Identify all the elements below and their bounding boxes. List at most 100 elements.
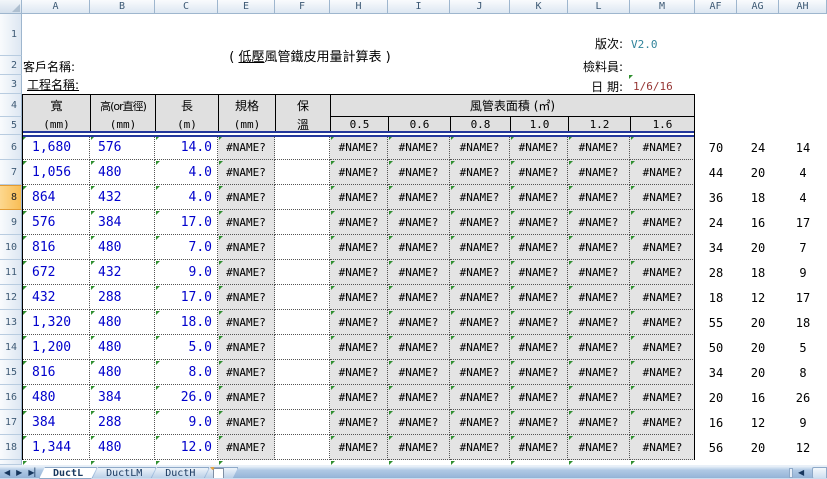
cell-length[interactable]: 9.0 <box>155 260 218 285</box>
cell-surface-0.8[interactable]: #NAME? <box>450 260 510 285</box>
cell-ag[interactable]: 20 <box>737 435 779 460</box>
cell-length[interactable]: 17.0 <box>155 210 218 235</box>
column-header-B[interactable]: B <box>90 0 155 14</box>
cell-surface-1.2[interactable]: #NAME? <box>568 410 630 435</box>
cell-surface-0.8[interactable]: #NAME? <box>450 335 510 360</box>
cell-surface-0.8[interactable]: #NAME? <box>450 435 510 460</box>
cell-spec-error[interactable]: #NAME? <box>218 260 275 285</box>
cell-ah[interactable]: 4 <box>779 160 827 185</box>
row-header-9[interactable]: 9 <box>0 210 22 235</box>
cell-height[interactable]: 480 <box>90 160 155 185</box>
cell-length[interactable]: 14.0 <box>155 135 218 160</box>
cell-af[interactable]: 20 <box>695 385 737 410</box>
cell-ag[interactable]: 12 <box>737 285 779 310</box>
cell-width[interactable]: 816 <box>22 360 90 385</box>
cell-ah[interactable]: 18 <box>779 310 827 335</box>
cell-insulation[interactable] <box>275 310 330 335</box>
cell-surface-1.6[interactable]: #NAME? <box>630 435 695 460</box>
cell-spec-error[interactable]: #NAME? <box>218 160 275 185</box>
cell-customer-label[interactable]: 客戶名稱: <box>23 60 75 74</box>
header-insulation-column[interactable]: 保 溫 <box>276 95 331 132</box>
cell-ag[interactable]: 24 <box>737 135 779 160</box>
cell-af[interactable]: 18 <box>695 285 737 310</box>
cell-surface-0.5[interactable]: #NAME? <box>330 410 388 435</box>
cell-surface-1.0[interactable]: #NAME? <box>510 435 568 460</box>
cell-width[interactable]: 672 <box>22 260 90 285</box>
cell-width[interactable]: 576 <box>22 210 90 235</box>
cell-ag[interactable]: 18 <box>737 185 779 210</box>
cell-surface-0.6[interactable]: #NAME? <box>388 210 450 235</box>
cell-surface-1.2[interactable]: #NAME? <box>568 260 630 285</box>
row-header-17[interactable]: 17 <box>0 410 22 435</box>
cell-surface-1.2[interactable]: #NAME? <box>568 360 630 385</box>
cell-surface-0.8[interactable]: #NAME? <box>450 310 510 335</box>
cell-surface-1.0[interactable]: #NAME? <box>510 160 568 185</box>
cell-ag[interactable]: 20 <box>737 310 779 335</box>
cell-surface-1.6[interactable]: #NAME? <box>630 310 695 335</box>
cell-surface-1.0[interactable]: #NAME? <box>510 335 568 360</box>
cell-surface-1.6[interactable]: #NAME? <box>630 360 695 385</box>
cell-surface-0.8[interactable]: #NAME? <box>450 410 510 435</box>
column-header-H[interactable]: H <box>330 0 388 14</box>
cell-surface-1.0[interactable]: #NAME? <box>510 310 568 335</box>
row-header-1[interactable]: 1 <box>0 14 22 56</box>
row-header-4[interactable]: 4 <box>0 94 22 117</box>
cell-project-label[interactable]: 工程名稱: <box>27 78 79 92</box>
cell-spec-error[interactable]: #NAME? <box>218 435 275 460</box>
cell-insulation[interactable] <box>275 210 330 235</box>
cell-ag[interactable]: 20 <box>737 235 779 260</box>
cell-width[interactable]: 816 <box>22 235 90 260</box>
tab-nav-last-icon[interactable]: ▶▏ <box>28 467 40 479</box>
cell-surface-0.5[interactable]: #NAME? <box>330 335 388 360</box>
cell-height[interactable]: 384 <box>90 210 155 235</box>
cell-surface-0.8[interactable]: #NAME? <box>450 160 510 185</box>
header-surface-area-title[interactable]: 風管表面積 (㎡) <box>331 95 694 117</box>
cell-surface-1.2[interactable]: #NAME? <box>568 385 630 410</box>
column-header-C[interactable]: C <box>155 0 218 14</box>
cell-af[interactable]: 34 <box>695 235 737 260</box>
row-header-10[interactable]: 10 <box>0 235 22 260</box>
cell-width[interactable]: 384 <box>22 410 90 435</box>
row-header-12[interactable]: 12 <box>0 285 22 310</box>
cell-width[interactable]: 1,344 <box>22 435 90 460</box>
cell-surface-1.2[interactable]: #NAME? <box>568 310 630 335</box>
cell-surface-1.0[interactable]: #NAME? <box>510 285 568 310</box>
cell-surface-1.6[interactable]: #NAME? <box>630 285 695 310</box>
cell-ah[interactable]: 9 <box>779 410 827 435</box>
column-header-J[interactable]: J <box>450 0 510 14</box>
cell-ah[interactable]: 7 <box>779 235 827 260</box>
cell-surface-1.2[interactable]: #NAME? <box>568 160 630 185</box>
row-header-11[interactable]: 11 <box>0 260 22 285</box>
cell-length[interactable]: 17.0 <box>155 285 218 310</box>
column-header-I[interactable]: I <box>388 0 450 14</box>
cell-surface-0.5[interactable]: #NAME? <box>330 285 388 310</box>
cell-spec-error[interactable]: #NAME? <box>218 310 275 335</box>
cell-insulation[interactable] <box>275 360 330 385</box>
tab-split-handle[interactable] <box>789 468 793 478</box>
cell-date-label[interactable]: 日 期: <box>553 80 623 94</box>
cell-ah[interactable]: 5 <box>779 335 827 360</box>
cell-height[interactable]: 288 <box>90 410 155 435</box>
header-height-column[interactable]: 高(or直徑) (mm) <box>91 95 156 132</box>
cell-height[interactable]: 480 <box>90 360 155 385</box>
cell-surface-1.2[interactable]: #NAME? <box>568 435 630 460</box>
cell-surface-1.0[interactable]: #NAME? <box>510 410 568 435</box>
cell-surface-0.6[interactable]: #NAME? <box>388 260 450 285</box>
cell-length[interactable]: 4.0 <box>155 160 218 185</box>
cell-ah[interactable]: 8 <box>779 360 827 385</box>
hscroll-thumb[interactable] <box>812 467 827 479</box>
cell-af[interactable]: 50 <box>695 335 737 360</box>
cell-surface-1.6[interactable]: #NAME? <box>630 235 695 260</box>
cell-surface-0.6[interactable]: #NAME? <box>388 160 450 185</box>
cell-surface-1.2[interactable]: #NAME? <box>568 135 630 160</box>
header-surface-value-1.2[interactable]: 1.2 <box>569 117 631 132</box>
cell-surface-1.0[interactable]: #NAME? <box>510 135 568 160</box>
cell-surface-1.0[interactable]: #NAME? <box>510 385 568 410</box>
cell-surface-1.6[interactable]: #NAME? <box>630 185 695 210</box>
cell-surface-0.5[interactable]: #NAME? <box>330 435 388 460</box>
cell-surface-1.2[interactable]: #NAME? <box>568 235 630 260</box>
cell-spec-error[interactable]: #NAME? <box>218 285 275 310</box>
row-header-7[interactable]: 7 <box>0 160 22 185</box>
cell-spec-error[interactable]: #NAME? <box>218 360 275 385</box>
hscroll-left-arrow-icon[interactable]: ◀ <box>798 467 804 479</box>
